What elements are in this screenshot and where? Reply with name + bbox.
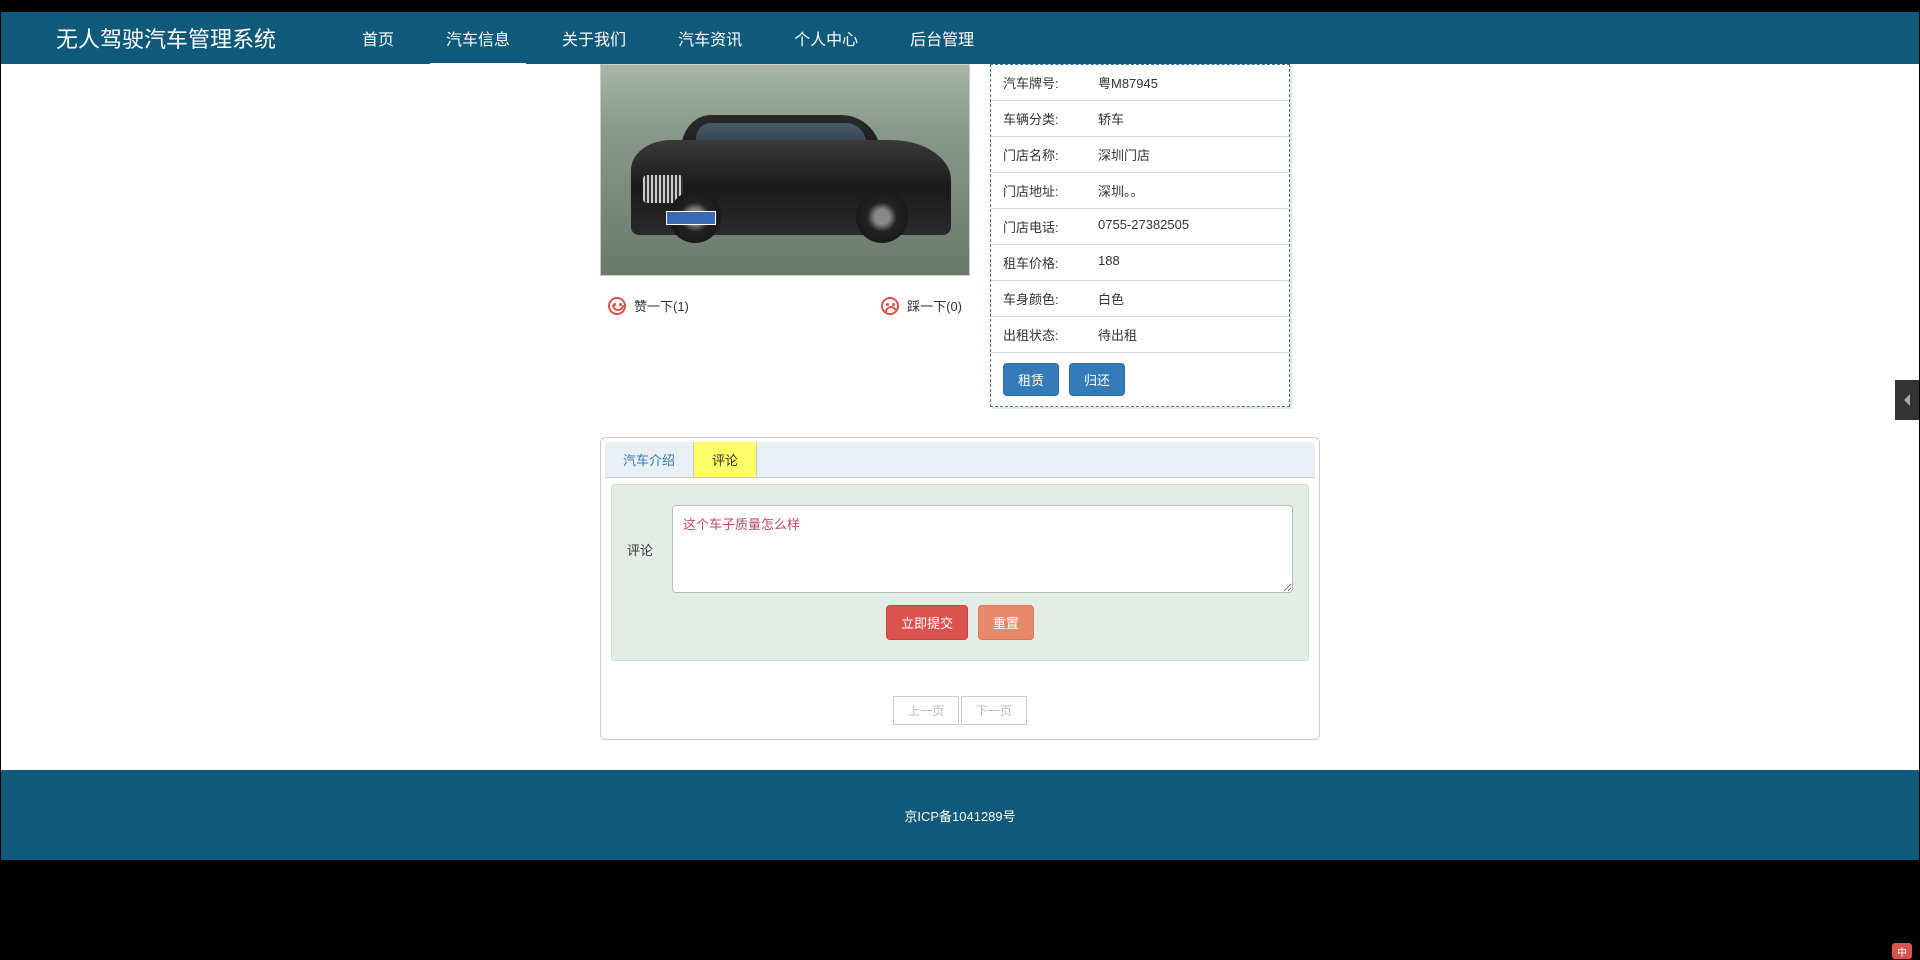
nav-about[interactable]: 关于我们 [536,12,652,64]
icp-text: 京ICP备1041289号 [904,806,1015,825]
submit-button[interactable]: 立即提交 [886,605,968,640]
prev-page-button[interactable]: 上一页 [893,696,959,725]
site-title: 无人驾驶汽车管理系统 [56,22,276,54]
info-row-store: 门店名称: 深圳门店 [991,137,1289,173]
like-button[interactable]: 赞一下(1) [608,296,689,315]
ime-icon[interactable]: 中 [1892,943,1912,959]
comment-label: 评论 [627,505,672,559]
info-row-plate: 汽车牌号: 粤M87945 [991,65,1289,101]
sad-icon [881,297,899,315]
info-row-price: 租车价格: 188 [991,245,1289,281]
car-image [600,64,970,276]
nav-home[interactable]: 首页 [336,12,420,64]
dislike-button[interactable]: 踩一下(0) [881,296,962,315]
tab-comment[interactable]: 评论 [693,442,757,477]
smile-icon [608,297,626,315]
info-row-status: 出租状态: 待出租 [991,317,1289,353]
taskbar: 中 [1884,942,1920,960]
info-row-color: 车身颜色: 白色 [991,281,1289,317]
like-label: 赞一下(1) [634,296,689,315]
nav-news[interactable]: 汽车资讯 [652,12,768,64]
car-info-table: 汽车牌号: 粤M87945 车辆分类: 轿车 门店名称: 深圳门店 门店地址: … [990,64,1290,407]
nav-admin[interactable]: 后台管理 [884,12,1000,64]
info-row-phone: 门店电话: 0755-27382505 [991,209,1289,245]
dislike-label: 踩一下(0) [907,296,962,315]
tab-container: 汽车介绍 评论 评论 立即提交 重置 上一页 下一页 [600,437,1320,740]
header: 无人驾驶汽车管理系统 首页 汽车信息 关于我们 汽车资讯 个人中心 后台管理 [1,12,1919,64]
return-button[interactable]: 归还 [1069,363,1125,396]
info-row-address: 门店地址: 深圳。。 [991,173,1289,209]
reset-button[interactable]: 重置 [978,605,1034,640]
side-collapse-button[interactable] [1895,380,1919,420]
rent-button[interactable]: 租赁 [1003,363,1059,396]
main-nav: 首页 汽车信息 关于我们 汽车资讯 个人中心 后台管理 [336,12,1000,64]
nav-personal[interactable]: 个人中心 [768,12,884,64]
footer: 京ICP备1041289号 [1,770,1919,860]
tab-intro[interactable]: 汽车介绍 [605,442,693,477]
comment-textarea[interactable] [672,505,1293,593]
next-page-button[interactable]: 下一页 [961,696,1027,725]
info-row-category: 车辆分类: 轿车 [991,101,1289,137]
nav-car-info[interactable]: 汽车信息 [420,12,536,64]
